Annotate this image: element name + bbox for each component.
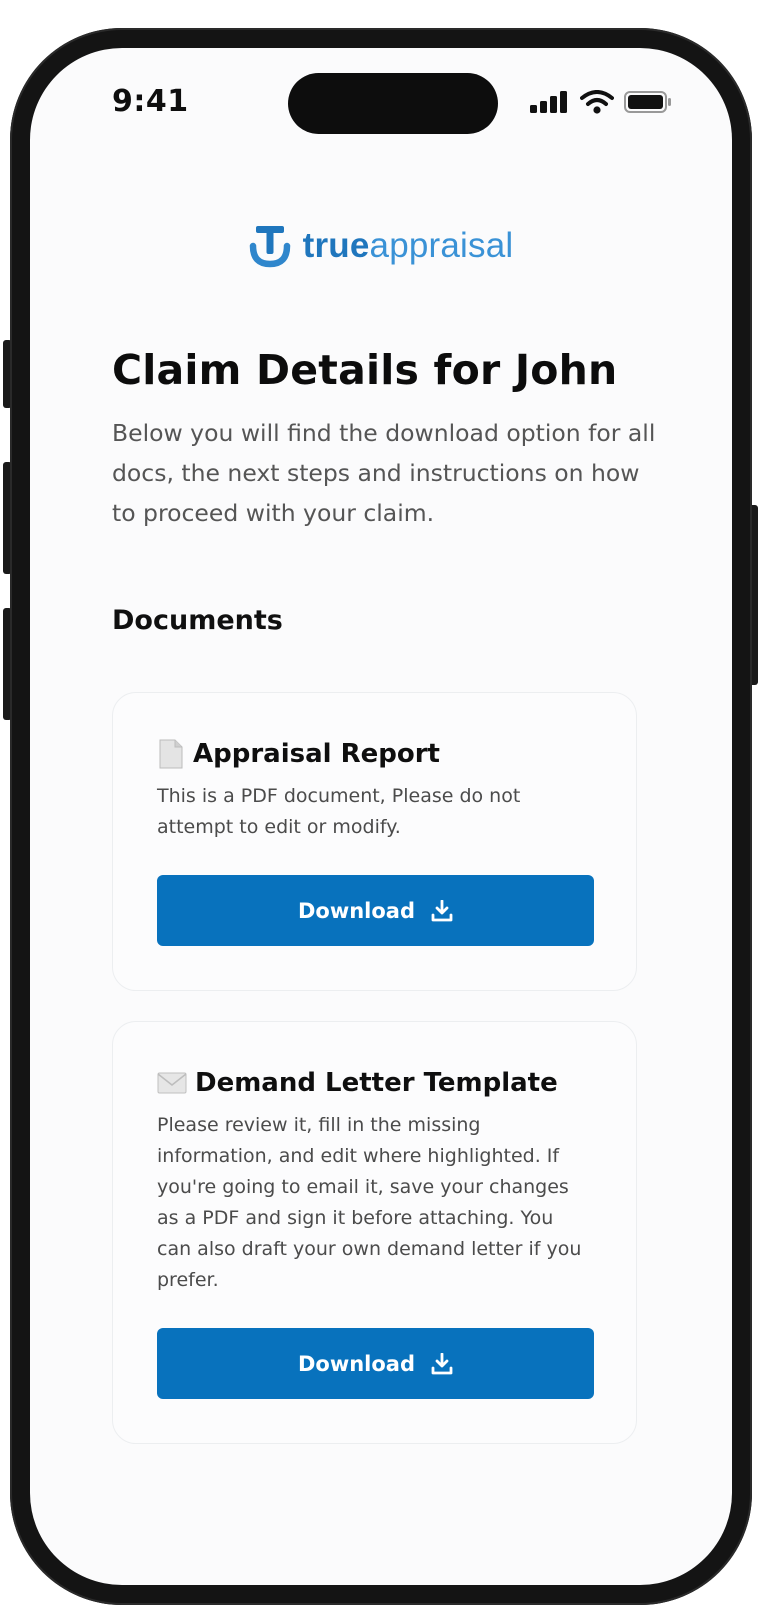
download-icon bbox=[431, 899, 453, 921]
t-anchor-logo-icon bbox=[249, 226, 290, 268]
battery-icon bbox=[624, 91, 671, 113]
brand-name-bold: true bbox=[302, 226, 370, 265]
brand-name: trueappraisal bbox=[303, 226, 514, 266]
document-card-demand-letter: Demand Letter Template Please review it,… bbox=[112, 1021, 637, 1444]
brand-logo: trueappraisal bbox=[30, 224, 732, 268]
documents-section-title: Documents bbox=[112, 605, 283, 637]
status-time: 9:41 bbox=[112, 84, 189, 119]
status-icons bbox=[530, 90, 672, 114]
card-description: Please review it, fill in the missing in… bbox=[157, 1114, 582, 1291]
download-demand-letter-button[interactable]: Download bbox=[157, 1328, 594, 1399]
document-card-appraisal-report: Appraisal Report This is a PDF document,… bbox=[112, 692, 637, 991]
cellular-signal-icon bbox=[530, 91, 567, 113]
download-button-label: Download bbox=[297, 1351, 416, 1376]
envelope-icon bbox=[157, 1072, 187, 1094]
page-title: Claim Details for John bbox=[112, 346, 618, 394]
card-description: This is a PDF document, Please do not at… bbox=[157, 785, 521, 838]
page-intro: Below you will find the download option … bbox=[112, 419, 656, 528]
download-icon bbox=[431, 1352, 453, 1374]
card-header: Appraisal Report bbox=[157, 739, 592, 769]
wifi-icon bbox=[580, 90, 614, 114]
main-content: Claim Details for John Below you will fi… bbox=[112, 346, 657, 636]
download-appraisal-report-button[interactable]: Download bbox=[157, 875, 594, 946]
card-header: Demand Letter Template bbox=[157, 1068, 592, 1098]
document-icon bbox=[159, 739, 183, 769]
dynamic-island bbox=[288, 73, 498, 134]
phone-frame: 9:41 trueappraisal Claim Details for Joh… bbox=[10, 28, 752, 1605]
card-title: Demand Letter Template bbox=[195, 1068, 558, 1098]
download-button-label: Download bbox=[297, 898, 416, 923]
card-title: Appraisal Report bbox=[193, 739, 440, 769]
screen: 9:41 trueappraisal Claim Details for Joh… bbox=[30, 48, 732, 1585]
brand-name-light: appraisal bbox=[369, 226, 514, 265]
